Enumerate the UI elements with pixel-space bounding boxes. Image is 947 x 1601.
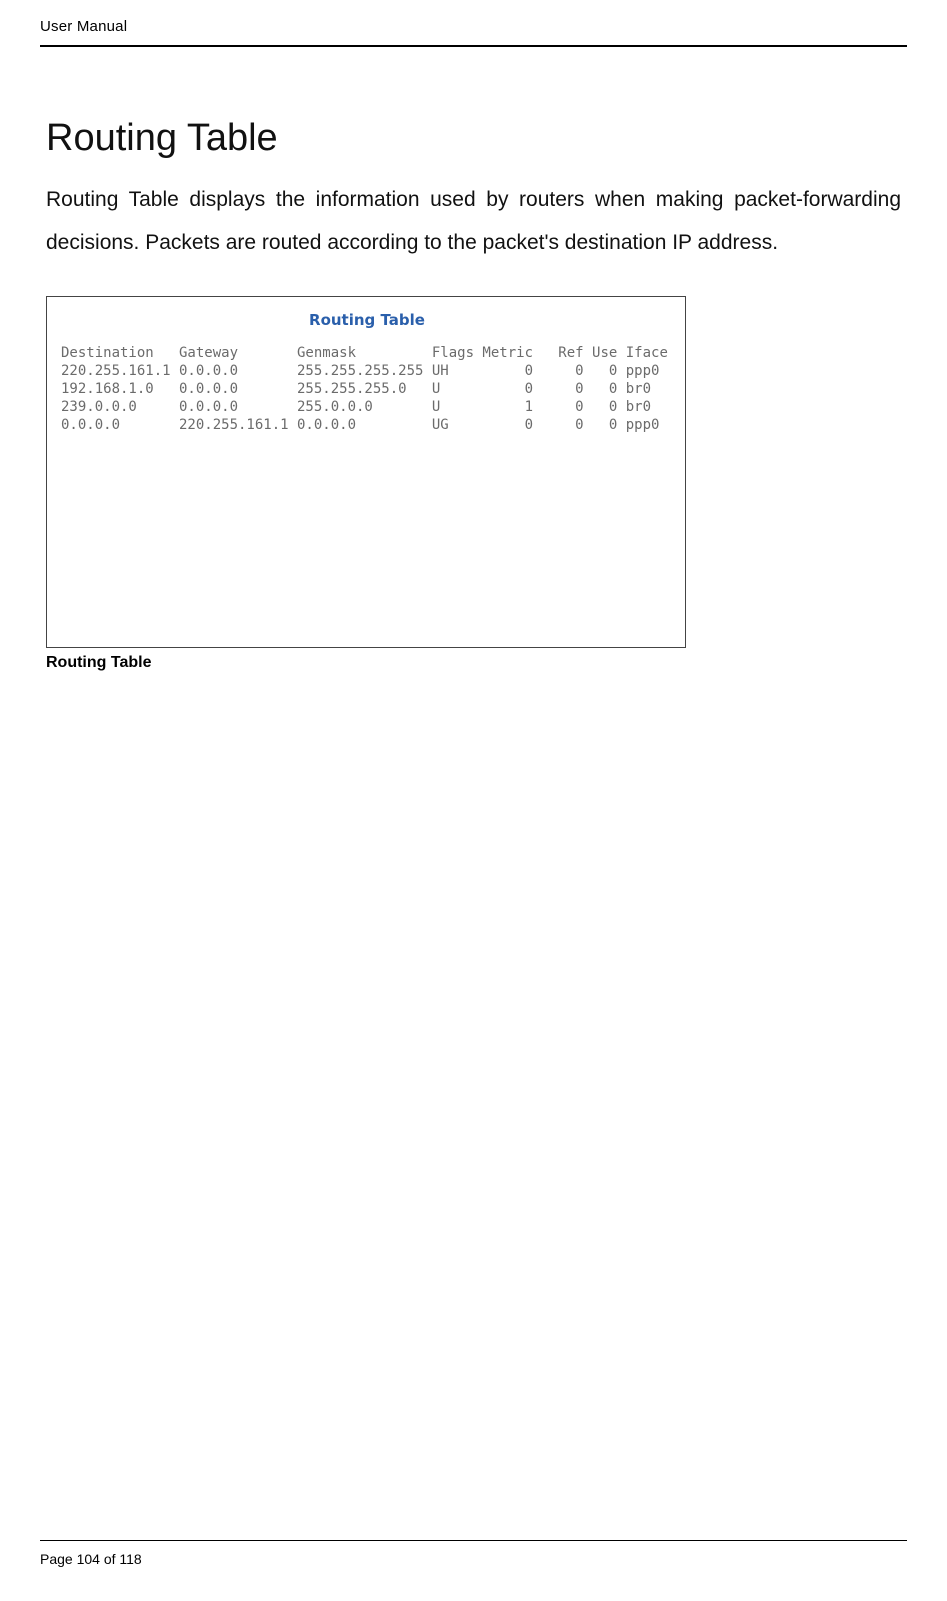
header-rule bbox=[40, 45, 907, 47]
figure-padding bbox=[61, 435, 673, 645]
page-number: Page 104 of 118 bbox=[40, 1551, 907, 1567]
routing-table-figure: Routing Table Destination Gateway Genmas… bbox=[46, 296, 686, 648]
section-title: Routing Table bbox=[46, 117, 901, 160]
footer: Page 104 of 118 bbox=[40, 1540, 907, 1567]
page: User Manual Routing Table Routing Table … bbox=[0, 0, 947, 1601]
figure-caption: Routing Table bbox=[46, 654, 901, 672]
footer-rule bbox=[40, 1540, 907, 1541]
routing-table-text: Destination Gateway Genmask Flags Metric… bbox=[61, 345, 673, 435]
figure-title: Routing Table bbox=[61, 311, 673, 329]
section-body: Routing Table displays the information u… bbox=[46, 178, 901, 264]
header-doc-label: User Manual bbox=[40, 18, 907, 35]
content-area: Routing Table Routing Table displays the… bbox=[40, 117, 907, 672]
